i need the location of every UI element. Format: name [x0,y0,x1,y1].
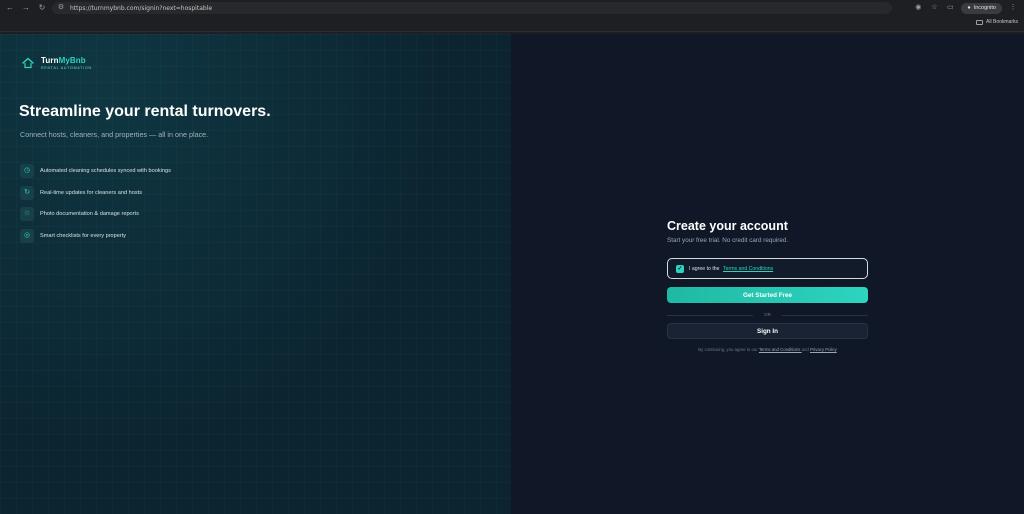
incognito-badge[interactable]: ● Incognito [961,2,1002,14]
forward-icon[interactable]: → [20,2,32,14]
terms-link[interactable]: Terms and Conditions [723,266,773,272]
incognito-label: Incognito [973,5,996,11]
hero-headline: Streamline your rental turnovers. [19,103,271,120]
feature-item: ◎ Smart checklists for every property [20,228,171,243]
sign-in-button[interactable]: Sign In [667,323,868,339]
camera-icon: ☆ [20,207,34,221]
brand-tagline: RENTAL AUTOMATION [41,66,92,70]
terms-agreement[interactable]: ✓ I agree to the Terms and Conditions [667,258,868,279]
back-icon[interactable]: ← [4,2,16,14]
terms-checkbox[interactable]: ✓ [676,264,684,273]
signup-form: Create your account Start your free tria… [667,219,868,352]
hero-subheadline: Connect hosts, cleaners, and properties … [20,130,209,139]
url-text[interactable]: https://turnmybnb.com/signin?next=hospit… [70,5,212,12]
checklist-icon: ◎ [20,228,34,243]
page: TurnMyBnb RENTAL AUTOMATION Streamline y… [0,34,1024,514]
feature-text: Photo documentation & damage reports [40,211,139,217]
reload-icon[interactable]: ↻ [36,2,48,14]
signup-panel: Create your account Start your free tria… [511,34,1024,514]
legal-notice: By continuing, you agree to our Terms an… [698,347,837,352]
feature-item: ◷ Automated cleaning schedules synced wi… [20,164,171,178]
site-info-icon[interactable]: ⚙ [56,3,66,13]
all-bookmarks-button[interactable]: All Bookmarks [976,19,1018,25]
form-title: Create your account [667,219,788,233]
menu-icon[interactable]: ⋮ [1008,3,1018,13]
feature-item: ↻ Real-time updates for cleaners and hos… [20,185,171,200]
feature-text: Automated cleaning schedules synced with… [40,168,171,174]
house-logo-icon [22,57,34,69]
brand-name: TurnMyBnb [41,56,86,65]
form-subtitle: Start your free trial. No credit card re… [667,237,789,244]
bookmarks-bar: All Bookmarks [0,16,1024,32]
get-started-button[interactable]: Get Started Free [667,287,868,303]
feature-text: Smart checklists for every property [40,232,127,239]
refresh-icon: ↻ [20,185,34,200]
marketing-panel: TurnMyBnb RENTAL AUTOMATION Streamline y… [0,34,511,514]
folder-icon [976,19,984,25]
feature-text: Real-time updates for cleaners and hosts [40,189,142,196]
privacy-policy-link[interactable]: Privacy Policy [810,347,837,352]
legal-terms-link[interactable]: Terms and Conditions [759,347,802,352]
clock-icon: ◷ [20,164,34,178]
all-bookmarks-label: All Bookmarks [986,19,1018,25]
address-bar[interactable]: ⚙ https://turnmybnb.com/signin?next=hosp… [52,2,892,14]
browser-chrome: ← → ↻ ⚙ https://turnmybnb.com/signin?nex… [0,0,1024,34]
or-divider: OR [667,311,868,319]
incognito-icon: ● [967,5,971,11]
browser-toolbar: ← → ↻ ⚙ https://turnmybnb.com/signin?nex… [0,0,1024,16]
feature-list: ◷ Automated cleaning schedules synced wi… [20,164,171,250]
feature-item: ☆ Photo documentation & damage reports [20,207,171,221]
eye-off-icon[interactable]: ◉ [913,3,923,13]
cast-icon[interactable]: ▭ [945,3,955,13]
star-icon[interactable]: ☆ [929,3,939,13]
terms-label: I agree to the Terms and Conditions [689,265,774,272]
logo[interactable]: TurnMyBnb RENTAL AUTOMATION [21,56,92,70]
